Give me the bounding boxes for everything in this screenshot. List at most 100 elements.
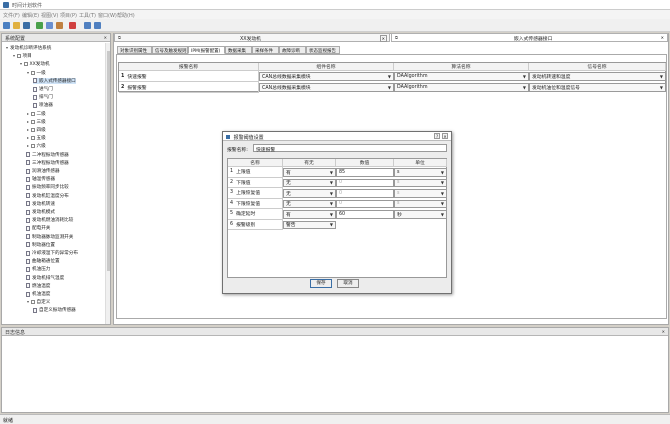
tree-item[interactable]: 发动机转速: [26, 201, 55, 207]
tree-item[interactable]: 燃油温度: [26, 283, 50, 289]
tree-item[interactable]: 制动器位置: [26, 242, 55, 248]
dropdown-sig[interactable]: 发动机油位和温度信号 ▼: [529, 83, 666, 92]
sub-tab[interactable]: 对象识别属性: [117, 46, 152, 54]
new-icon[interactable]: [3, 22, 10, 29]
sub-tab[interactable]: 故障诊断: [279, 46, 306, 54]
tree-item[interactable]: 自定义振动传感器: [33, 307, 76, 313]
tab-doc-engine[interactable]: ⧉ XX发动机 ✕: [114, 33, 390, 42]
tree-item[interactable]: 二冲程振动传感器: [26, 152, 69, 158]
unit-dropdown[interactable]: s ▼: [394, 178, 447, 187]
table-row[interactable]: 3 上限恢复值: [228, 188, 283, 199]
tree-item[interactable]: 排气门: [33, 94, 53, 100]
delete-icon[interactable]: [69, 22, 76, 29]
menu-item[interactable]: 视图(V): [41, 12, 58, 19]
tree-item[interactable]: 机油温度: [26, 291, 50, 297]
tree-item[interactable]: 曲轴箱通位置: [26, 258, 60, 264]
tree-item[interactable]: 喷油器: [33, 102, 53, 108]
tree-item[interactable]: 机油压力: [26, 266, 50, 272]
tree-item[interactable]: 发动机缸温度分布: [26, 193, 69, 199]
tree-item[interactable]: ▸ 二级: [26, 111, 46, 117]
expand-icon[interactable]: ▾: [19, 62, 23, 66]
tab-close-icon[interactable]: ✕: [661, 35, 664, 40]
sub-tab[interactable]: 状态监视报告: [306, 46, 340, 54]
tree-item[interactable]: ▾ 项目: [12, 53, 32, 60]
value-input[interactable]: 0: [336, 178, 394, 187]
dropdown-comp[interactable]: CAN总线数据采集模块 ▼: [259, 83, 394, 92]
save-button[interactable]: 保存: [310, 279, 332, 288]
tree-item[interactable]: 发动机燃油消耗比较: [26, 217, 73, 223]
checkbox[interactable]: [17, 54, 21, 59]
menu-item[interactable]: 文件(F): [3, 12, 20, 19]
tree-item[interactable]: ▸ 六级: [26, 143, 46, 150]
tree-item[interactable]: ▸ 四级: [26, 127, 46, 134]
menu-item[interactable]: 帮助(H): [117, 12, 135, 19]
tree-item[interactable]: ▸ 五级: [26, 135, 46, 142]
expand-icon[interactable]: ▾: [26, 300, 30, 304]
has-dropdown[interactable]: 无 ▼: [283, 199, 336, 208]
tree-item[interactable]: ▾ XX发动机: [19, 61, 50, 68]
expand-icon[interactable]: ▾: [12, 54, 16, 58]
cut-icon[interactable]: [36, 22, 43, 29]
dropdown-sig[interactable]: 发动机转速和温度 ▼: [529, 72, 666, 81]
expand-icon[interactable]: ▾: [26, 70, 30, 75]
save-icon[interactable]: [23, 22, 30, 29]
tree-item[interactable]: 润滑油传感器: [26, 168, 60, 174]
undo-icon[interactable]: [84, 22, 91, 29]
has-dropdown[interactable]: 无 ▼: [283, 189, 336, 198]
expand-icon[interactable]: ▸: [26, 128, 30, 132]
unit-dropdown[interactable]: 秒 ▼: [394, 210, 447, 219]
sub-tab[interactable]: IPM(报警配置): [188, 46, 225, 54]
expand-icon[interactable]: ▸: [26, 111, 30, 116]
paste-icon[interactable]: [56, 22, 63, 29]
value-input[interactable]: 0: [336, 199, 394, 208]
menu-item[interactable]: 编辑(E): [22, 12, 39, 19]
tab-doc-sensor[interactable]: ⧉ 嵌入式传感器接口 ✕: [391, 33, 668, 42]
sub-tab[interactable]: 采样条件: [252, 46, 279, 54]
expand-icon[interactable]: ▸: [26, 144, 30, 148]
panel-close-icon[interactable]: ✕: [662, 329, 665, 334]
help-icon[interactable]: ?: [434, 133, 440, 139]
menu-item[interactable]: 窗口(W): [98, 12, 117, 19]
tree-item[interactable]: 发动机模式: [26, 209, 55, 215]
has-dropdown[interactable]: 有 ▼: [283, 210, 336, 219]
expand-icon[interactable]: ▾: [5, 46, 9, 50]
copy-icon[interactable]: [46, 22, 53, 29]
has-dropdown[interactable]: 无 ▼: [283, 178, 336, 187]
table-row[interactable]: 1 上限值: [228, 167, 283, 178]
checkbox[interactable]: [24, 62, 28, 67]
menu-item[interactable]: 项目(P): [60, 12, 77, 19]
value-input[interactable]: 60: [336, 210, 394, 219]
checkbox[interactable]: [31, 119, 35, 124]
expand-icon[interactable]: ▸: [26, 136, 30, 140]
unit-dropdown[interactable]: s ▼: [394, 199, 447, 208]
tree-item[interactable]: 配电开关: [26, 225, 50, 231]
close-icon[interactable]: ✕: [442, 133, 448, 139]
tree-item[interactable]: ▾ 一级: [26, 70, 46, 76]
tree-item[interactable]: ▾ 自定义: [26, 299, 50, 306]
value-input[interactable]: 0: [336, 189, 394, 198]
tree-scrollbar[interactable]: [105, 43, 110, 324]
checkbox[interactable]: [31, 300, 35, 305]
checkbox[interactable]: [31, 70, 35, 75]
table-row[interactable]: 5 确定延时: [228, 209, 283, 220]
table-row[interactable]: 6 报警级别: [228, 219, 283, 230]
menu-item[interactable]: 工具(T): [79, 12, 96, 19]
tree-item[interactable]: 冷却液温下的异常分布: [26, 250, 78, 256]
open-icon[interactable]: [13, 22, 20, 29]
tree-item[interactable]: 振动频率同步比较: [26, 184, 69, 190]
tree-item[interactable]: 轴温传感器: [26, 176, 55, 182]
value-input[interactable]: 85: [336, 168, 394, 177]
dropdown-alg[interactable]: DAAlgorithm ▼: [394, 83, 529, 92]
unit-dropdown[interactable]: s ▼: [394, 189, 447, 198]
redo-icon[interactable]: [94, 22, 101, 29]
sub-tab[interactable]: 信号及触发规则: [152, 46, 188, 54]
table-row[interactable]: 2 下限值: [228, 177, 283, 188]
tree-item[interactable]: ▸ 三级: [26, 119, 46, 125]
tree-item[interactable]: 嵌入式传感器接口: [33, 77, 76, 84]
sub-tab[interactable]: 数据采集: [225, 46, 252, 54]
checkbox[interactable]: [31, 111, 35, 116]
tree-item[interactable]: 三冲程振动传感器: [26, 160, 69, 166]
expand-icon[interactable]: ▸: [26, 119, 30, 124]
table-row[interactable]: 4 下限恢复值: [228, 198, 283, 209]
panel-close-icon[interactable]: ✕: [104, 35, 107, 40]
